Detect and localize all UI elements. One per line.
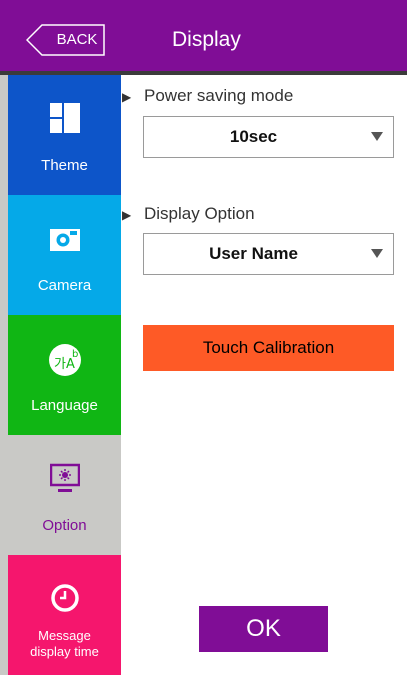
sidebar-item-camera[interactable]: Camera (8, 195, 121, 315)
sidebar-item-label-line1: Message (38, 628, 91, 643)
power-saving-mode-text: Power saving mode (144, 86, 294, 105)
display-option-value: User Name (209, 244, 298, 263)
language-icon: 가A b (8, 343, 121, 377)
display-option-dropdown[interactable]: User Name (143, 233, 394, 275)
chevron-down-icon (371, 132, 383, 141)
right-triangle-icon: ▶ (122, 90, 132, 104)
power-saving-mode-value: 10sec (229, 127, 278, 146)
sidebar-item-label: Camera (37, 277, 92, 294)
ok-button[interactable]: OK (199, 606, 328, 652)
sidebar-item-label: Option (42, 517, 87, 534)
sidebar-item-message-display-time[interactable]: Message display time (8, 555, 121, 675)
header-bar: BACK Display (0, 0, 407, 75)
power-saving-mode-label: ▶ Power saving mode (122, 86, 293, 106)
chevron-down-icon (371, 249, 383, 258)
svg-text:b: b (72, 349, 78, 360)
sidebar-item-label: Theme (41, 157, 88, 174)
back-button[interactable]: BACK (26, 24, 106, 56)
sidebar-item-theme[interactable]: Theme (8, 75, 121, 195)
camera-icon (8, 223, 121, 257)
page-title: Display (172, 28, 241, 51)
sidebar-item-option[interactable]: Option (8, 435, 121, 555)
power-saving-mode-dropdown[interactable]: 10sec (143, 116, 394, 158)
touch-calibration-button[interactable]: Touch Calibration (143, 325, 394, 371)
display-option-label: ▶ Display Option (122, 204, 255, 224)
theme-grid-icon (8, 103, 121, 137)
sidebar-item-label: Language (31, 397, 98, 414)
monitor-icon (8, 463, 121, 497)
back-button-label: BACK (56, 31, 98, 48)
sidebar: Theme Camera 가A b Language Option Messag… (0, 75, 121, 675)
display-option-text: Display Option (144, 204, 255, 223)
clock-icon (8, 583, 121, 617)
sidebar-item-label-line2: display time (30, 644, 99, 659)
right-triangle-icon: ▶ (122, 208, 132, 222)
sidebar-item-label: Message display time (8, 628, 121, 660)
sidebar-item-language[interactable]: 가A b Language (8, 315, 121, 435)
